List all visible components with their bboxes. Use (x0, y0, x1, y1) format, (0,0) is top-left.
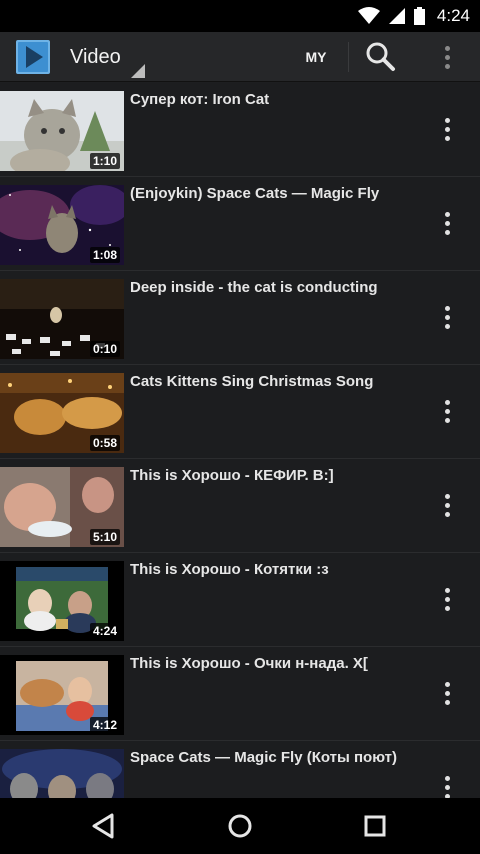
app-title[interactable]: Video (70, 46, 121, 69)
video-title[interactable]: Cats Kittens Sing Christmas Song (130, 373, 420, 391)
video-duration: 4:12 (89, 717, 120, 733)
video-title[interactable]: This is Хорошо - Очки н-нада. Х[ (130, 655, 420, 673)
video-thumbnail[interactable]: 0:58 (0, 373, 124, 453)
item-overflow-menu-icon[interactable] (432, 203, 462, 243)
search-icon[interactable] (362, 40, 398, 74)
video-thumbnail[interactable] (0, 749, 124, 798)
video-thumbnail[interactable]: 1:08 (0, 185, 124, 265)
video-title[interactable]: Супер кот: Iron Cat (130, 91, 420, 109)
navigation-bar (0, 798, 480, 854)
overflow-menu-icon[interactable] (432, 40, 462, 74)
video-item[interactable]: 5:10 This is Хорошо - КЕФИР. В:] (0, 459, 480, 553)
video-title[interactable]: Space Cats — Magic Fly (Коты поют) (130, 749, 420, 767)
home-icon[interactable] (224, 810, 256, 842)
recents-icon[interactable] (359, 810, 391, 842)
video-item[interactable]: 1:08 (Enjoykin) Space Cats — Magic Fly (0, 177, 480, 271)
video-duration: 5:10 (89, 529, 120, 545)
video-title[interactable]: Deep inside - the cat is conducting (130, 279, 420, 297)
video-thumbnail[interactable]: 0:10 (0, 279, 124, 359)
wifi-icon (357, 7, 380, 24)
video-item[interactable]: 4:12 This is Хорошо - Очки н-нада. Х[ (0, 647, 480, 741)
video-thumbnail[interactable]: 1:10 (0, 91, 124, 171)
app-logo-icon[interactable] (16, 40, 50, 74)
video-duration: 1:08 (89, 247, 120, 263)
video-duration: 4:24 (89, 623, 120, 639)
video-title[interactable]: This is Хорошо - КЕФИР. В:] (130, 467, 420, 485)
back-icon[interactable] (88, 810, 120, 842)
my-button[interactable]: MY (296, 46, 336, 68)
video-list: 1:10 Супер кот: Iron Cat 1:08 (Enjoykin)… (0, 83, 480, 798)
battery-icon (413, 7, 425, 25)
item-overflow-menu-icon[interactable] (432, 297, 462, 337)
video-item[interactable]: 4:24 This is Хорошо - Котятки :з (0, 553, 480, 647)
video-thumbnail[interactable]: 5:10 (0, 467, 124, 547)
item-overflow-menu-icon[interactable] (432, 391, 462, 431)
video-item[interactable]: 0:10 Deep inside - the cat is conducting (0, 271, 480, 365)
video-thumbnail[interactable]: 4:24 (0, 561, 124, 641)
item-overflow-menu-icon[interactable] (432, 109, 462, 149)
video-item[interactable]: 1:10 Супер кот: Iron Cat (0, 83, 480, 177)
video-duration: 0:58 (89, 435, 120, 451)
status-bar: 4:24 (0, 0, 480, 32)
video-duration: 1:10 (89, 153, 120, 169)
item-overflow-menu-icon[interactable] (432, 485, 462, 525)
toolbar-divider (348, 42, 349, 72)
video-duration: 0:10 (89, 341, 120, 357)
item-overflow-menu-icon[interactable] (432, 673, 462, 713)
app-bar: Video MY (0, 32, 480, 82)
dropdown-indicator-icon[interactable] (129, 62, 145, 78)
status-time: 4:24 (436, 6, 470, 25)
video-thumbnail[interactable]: 4:12 (0, 655, 124, 735)
item-overflow-menu-icon[interactable] (432, 767, 462, 798)
video-title[interactable]: (Enjoykin) Space Cats — Magic Fly (130, 185, 420, 203)
cellular-signal-icon (388, 8, 405, 24)
video-title[interactable]: This is Хорошо - Котятки :з (130, 561, 420, 579)
item-overflow-menu-icon[interactable] (432, 579, 462, 619)
video-item[interactable]: 0:58 Cats Kittens Sing Christmas Song (0, 365, 480, 459)
video-item[interactable]: Space Cats — Magic Fly (Коты поют) (0, 741, 480, 798)
